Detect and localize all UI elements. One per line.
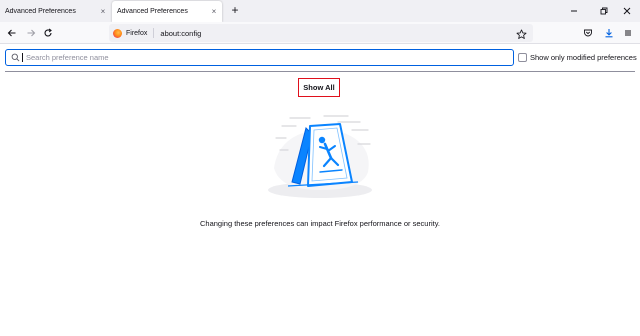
menu-icon[interactable] bbox=[620, 25, 636, 41]
pocket-icon[interactable] bbox=[580, 25, 596, 41]
downloads-icon[interactable] bbox=[601, 25, 617, 41]
navigation-toolbar: Firefox about:config bbox=[0, 22, 640, 44]
minimize-icon[interactable] bbox=[561, 0, 587, 22]
reload-icon[interactable] bbox=[40, 25, 56, 41]
show-modified-label[interactable]: Show only modified preferences bbox=[530, 53, 637, 62]
bookmark-star-icon[interactable] bbox=[516, 27, 527, 45]
show-modified-checkbox[interactable] bbox=[518, 53, 527, 62]
firefox-logo-icon bbox=[113, 28, 122, 38]
tab-label: Advanced Preferences bbox=[117, 8, 188, 15]
warning-message: Changing these preferences can impact Fi… bbox=[200, 219, 440, 228]
identity-label: Firefox bbox=[126, 29, 148, 37]
tab-strip: Advanced Preferences × Advanced Preferen… bbox=[0, 0, 640, 22]
search-divider bbox=[5, 71, 635, 72]
close-icon[interactable] bbox=[614, 0, 640, 22]
identity-box[interactable]: Firefox bbox=[109, 24, 155, 42]
back-arrow-icon[interactable] bbox=[4, 25, 20, 41]
tab-advanced-preferences-2[interactable]: Advanced Preferences × bbox=[112, 1, 222, 22]
forward-arrow-icon[interactable] bbox=[23, 25, 39, 41]
search-icon bbox=[11, 53, 20, 62]
tab-advanced-preferences-1[interactable]: Advanced Preferences × bbox=[0, 0, 111, 22]
new-tab-button[interactable]: + bbox=[229, 3, 241, 17]
tab-label: Advanced Preferences bbox=[5, 7, 76, 15]
tab-close-icon[interactable]: × bbox=[98, 7, 108, 16]
search-box[interactable] bbox=[5, 49, 514, 66]
caution-sign-illustration bbox=[262, 110, 378, 202]
url-bar[interactable]: Firefox about:config bbox=[109, 24, 533, 42]
text-caret bbox=[22, 53, 23, 62]
search-row: Show only modified preferences bbox=[0, 44, 640, 72]
url-text[interactable]: about:config bbox=[160, 29, 201, 38]
tab-close-icon[interactable]: × bbox=[209, 7, 219, 16]
show-all-button[interactable]: Show All bbox=[298, 78, 340, 97]
search-input[interactable] bbox=[26, 53, 506, 62]
identity-divider bbox=[153, 28, 155, 38]
